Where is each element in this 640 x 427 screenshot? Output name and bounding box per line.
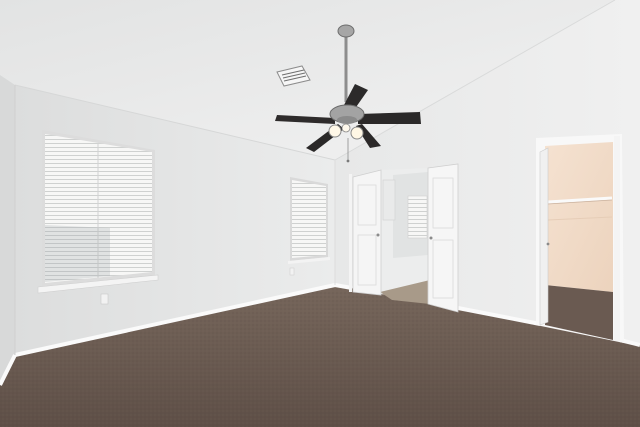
room-photo [0,0,640,427]
wall-outlet [100,293,109,305]
bathroom-door-left [352,169,382,296]
left-window [37,130,159,294]
closet-doorway [536,134,624,343]
left-edge-wall [0,75,15,385]
center-window [288,177,330,264]
bathroom-door-right [427,163,459,313]
closet-door [539,147,550,326]
bathroom-doorway [380,168,430,304]
